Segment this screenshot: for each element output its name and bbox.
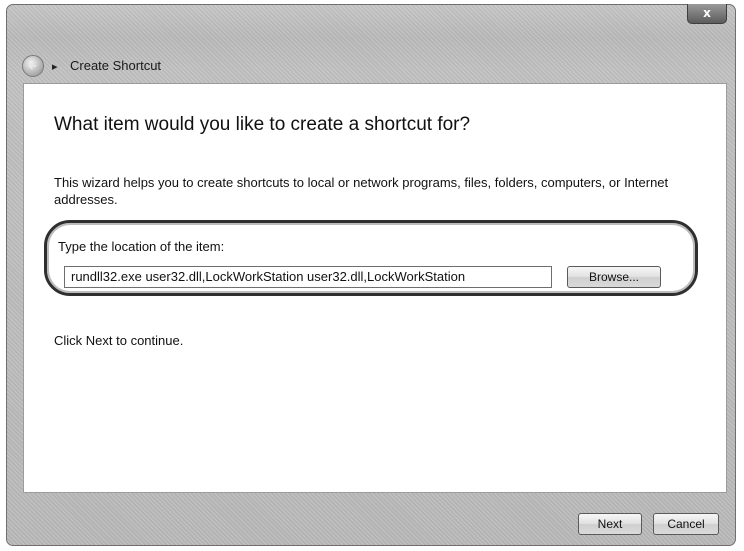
browse-button[interactable]: Browse...: [567, 266, 661, 288]
shortcut-icon: ▸: [52, 60, 58, 73]
location-label: Type the location of the item:: [58, 239, 225, 254]
continue-instruction: Click Next to continue.: [54, 333, 184, 348]
page-title: What item would you like to create a sho…: [54, 114, 471, 135]
close-button[interactable]: x: [687, 4, 727, 24]
next-button[interactable]: Next: [578, 513, 642, 535]
location-input[interactable]: rundll32.exe user32.dll,LockWorkStation …: [64, 266, 552, 288]
wizard-description: This wizard helps you to create shortcut…: [54, 175, 669, 207]
close-icon: x: [703, 6, 711, 20]
back-arrow-icon: [28, 62, 36, 70]
wizard-content-pane: What item would you like to create a sho…: [23, 83, 727, 493]
window-title: Create Shortcut: [70, 58, 162, 73]
cancel-button[interactable]: Cancel: [653, 513, 719, 535]
back-button[interactable]: [22, 55, 44, 77]
create-shortcut-window: x ▸ Create Shortcut What item would you …: [6, 4, 736, 546]
